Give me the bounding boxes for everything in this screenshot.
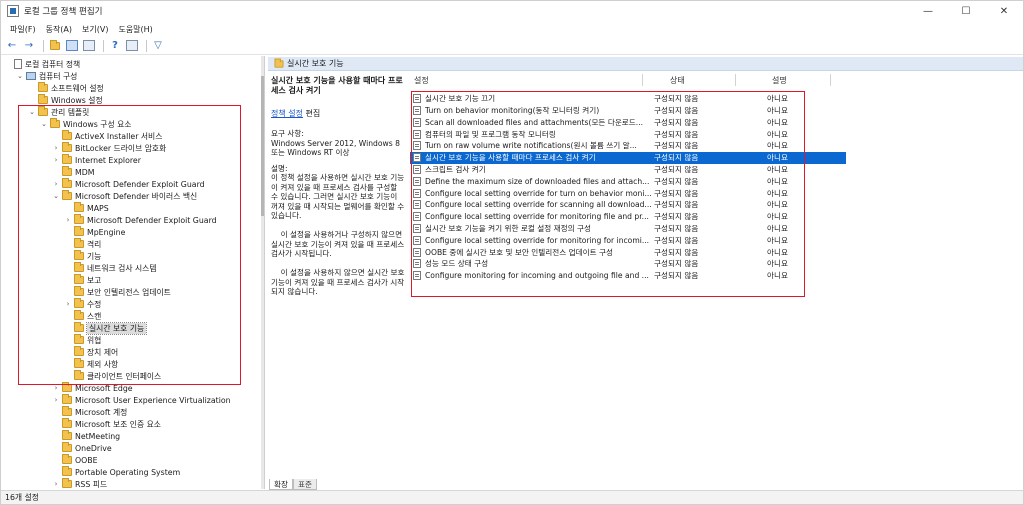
tree-item-label: Portable Operating System [75, 467, 181, 477]
folder-icon [274, 58, 284, 68]
chevron-right-icon[interactable]: › [52, 384, 60, 392]
tree-item-label: Microsoft 계정 [75, 407, 128, 417]
maximize-button[interactable]: ☐ [947, 1, 985, 21]
folder-icon [62, 382, 72, 392]
copy-icon[interactable] [82, 39, 96, 53]
category-header: 실시간 보호 기능 [268, 57, 1023, 71]
tree-item-label: OneDrive [75, 443, 112, 453]
tree-item-label: NetMeeting [75, 431, 121, 441]
window-title: 로컬 그룹 정책 편집기 [24, 7, 103, 17]
folder-icon [38, 94, 48, 104]
tree-item[interactable]: › Microsoft User Experience Virtualizatio… [52, 394, 231, 406]
menu-action[interactable]: 동작(A) [41, 24, 77, 35]
menu-bar: 파일(F) 동작(A) 보기(V) 도움말(H) [1, 21, 1023, 37]
tree-item[interactable]: › RSS 피드 [52, 478, 107, 489]
menu-view[interactable]: 보기(V) [77, 24, 113, 35]
highlight-box [411, 91, 805, 297]
tree-scrollbar-thumb[interactable] [261, 76, 264, 216]
folder-icon [62, 418, 72, 428]
description-body: 설명: 이 정책 설정을 사용하면 실시간 보호 기능이 켜져 있을 때 프로세… [271, 163, 405, 297]
folder-icon [38, 82, 48, 92]
tree-item[interactable]: Microsoft 보조 인증 요소 [52, 418, 161, 430]
tree-item[interactable]: Portable Operating System [52, 466, 180, 478]
policy-document-icon [14, 59, 22, 69]
folder-icon[interactable] [48, 39, 62, 53]
description-title: 실시간 보호 기능을 사용할 때마다 프로세스 검사 켜기 [271, 76, 403, 95]
column-divider[interactable] [830, 74, 831, 86]
close-button[interactable]: ✕ [985, 1, 1023, 21]
tab-standard[interactable]: 표준 [292, 479, 317, 490]
status-text: 16개 설정 [5, 493, 39, 502]
title-bar: 로컬 그룹 정책 편집기 — ☐ ✕ [1, 1, 1023, 21]
chevron-right-icon[interactable]: › [52, 396, 60, 404]
folder-icon [62, 478, 72, 488]
description-requirements: 요구 사항: Windows Server 2012, Windows 8 또는… [271, 129, 400, 157]
tree-item[interactable]: 로컬 컴퓨터 정책 [4, 58, 80, 70]
tree-item-label: Windows 설정 [51, 95, 103, 105]
folder-icon [62, 454, 72, 464]
edit-policy-link[interactable]: 정책 설정 [271, 109, 303, 118]
status-bar: 16개 설정 [1, 490, 1023, 504]
folder-icon [62, 466, 72, 476]
tree-item[interactable]: OOBE [52, 454, 98, 466]
help-icon[interactable]: ? [108, 39, 122, 53]
tab-extended[interactable]: 확장 [269, 479, 293, 490]
minimize-button[interactable]: — [909, 1, 947, 21]
tree-item-label: 소프트웨어 설정 [51, 83, 104, 93]
column-divider[interactable] [642, 74, 643, 86]
tree-item[interactable]: NetMeeting [52, 430, 120, 442]
menu-help[interactable]: 도움말(H) [113, 24, 157, 35]
tree-item-label: OOBE [75, 455, 98, 465]
tree-item-label: Microsoft User Experience Virtualization [75, 395, 231, 405]
toolbar-divider [43, 39, 44, 52]
tree-item-label: Microsoft 보조 인증 요소 [75, 419, 161, 429]
view-tabs: 확장 표준 [269, 478, 317, 490]
chevron-down-icon[interactable]: ⌄ [16, 72, 24, 80]
tree-item[interactable]: OneDrive [52, 442, 112, 454]
view-icon[interactable] [65, 39, 79, 53]
gpedit-window: 로컬 그룹 정책 편집기 — ☐ ✕ 파일(F) 동작(A) 보기(V) 도움말… [0, 0, 1024, 505]
folder-icon [62, 394, 72, 404]
column-header-state[interactable]: 상태 [670, 72, 685, 88]
edit-policy-suffix: 편집 [302, 109, 321, 118]
filter-icon[interactable]: ▽ [151, 39, 165, 53]
toolbar-divider [103, 39, 104, 52]
tree-item-label: RSS 피드 [75, 479, 108, 489]
folder-icon [62, 430, 72, 440]
toolbar: ← → ? ▽ [1, 37, 1023, 55]
folder-icon [62, 406, 72, 416]
computer-icon [26, 72, 36, 80]
tree-item-label: 로컬 컴퓨터 정책 [25, 59, 81, 69]
properties-icon[interactable] [125, 39, 139, 53]
toolbar-divider [146, 39, 147, 52]
highlight-box [18, 105, 241, 385]
settings-list: 설정 상태 설명 실시간 보호 기능 끄기 구성되지 않음 아니요 Turn on b… [410, 72, 1022, 477]
chevron-right-icon[interactable]: › [52, 480, 60, 488]
tree-item-label: 컴퓨터 구성 [39, 71, 78, 81]
tree-item[interactable]: 소프트웨어 설정 [28, 82, 104, 94]
folder-icon [62, 442, 72, 452]
back-arrow-icon[interactable]: ← [5, 39, 19, 53]
forward-arrow-icon[interactable]: → [22, 39, 36, 53]
column-divider[interactable] [735, 74, 736, 86]
description-pane: 실시간 보호 기능을 사용할 때마다 프로세스 검사 켜기 정책 설정 편집 요… [268, 72, 408, 477]
column-header-setting[interactable]: 설정 [414, 72, 429, 88]
tree-pane[interactable]: 로컬 컴퓨터 정책 ⌄ 컴퓨터 구성 소프트웨어 설정 Windows 설정 ⌄ 관리 템플… [1, 56, 265, 489]
app-icon [7, 5, 19, 17]
category-header-title: 실시간 보호 기능 [287, 59, 344, 68]
menu-file[interactable]: 파일(F) [5, 24, 41, 35]
column-header-comment[interactable]: 설명 [772, 72, 787, 88]
tree-item[interactable]: Microsoft 계정 [52, 406, 127, 418]
tree-scrollbar[interactable] [261, 56, 264, 489]
tree-item[interactable]: ⌄ 컴퓨터 구성 [16, 70, 77, 82]
